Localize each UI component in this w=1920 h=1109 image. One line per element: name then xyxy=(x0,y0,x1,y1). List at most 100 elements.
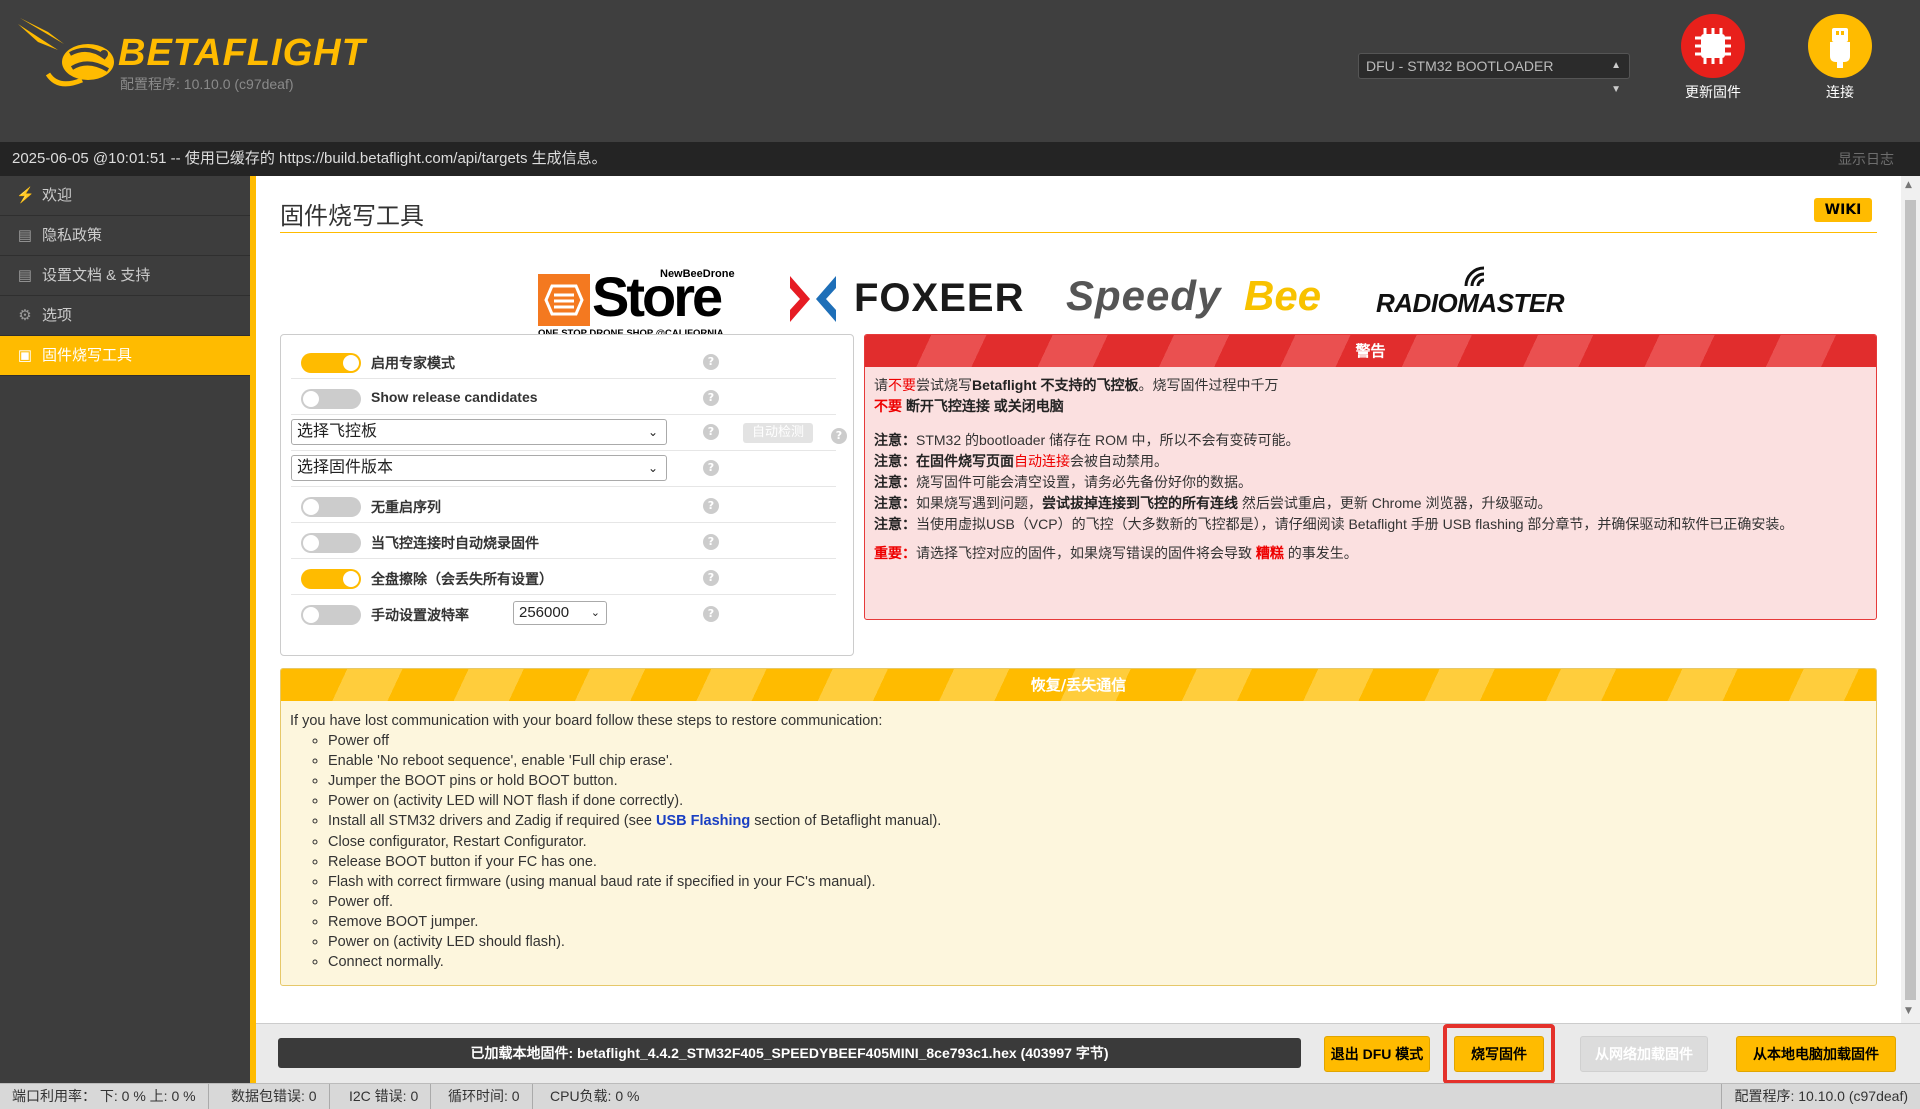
speedybee-name-2: Bee xyxy=(1244,272,1322,319)
no-reboot-toggle[interactable] xyxy=(301,497,361,517)
gear-icon: ⚙ xyxy=(18,307,32,324)
connect-button[interactable]: 连接 xyxy=(1800,14,1880,102)
expert-mode-toggle[interactable] xyxy=(301,353,361,373)
firmware-select-row: 选择固件版本 ⌄ ? xyxy=(291,451,836,487)
chip-icon xyxy=(1681,14,1745,78)
recovery-intro: If you have lost communication with your… xyxy=(290,713,883,729)
manual-baud-toggle[interactable] xyxy=(301,605,361,625)
sponsor-banner[interactable]: NewBeeDrone Store ONE STOP DRONE SHOP @C… xyxy=(536,256,1886,340)
update-firmware-label: 更新固件 xyxy=(1685,84,1741,100)
help-icon[interactable]: ? xyxy=(703,424,719,440)
main-scrollbar[interactable]: ▲ ▼ xyxy=(1901,176,1920,1023)
manual-baud-row: 手动设置波特率 256000 ⌄ ? xyxy=(291,595,836,631)
scroll-up-icon[interactable]: ▲ xyxy=(1905,180,1912,190)
warning-line-2: 不要 断开飞控连接 或关闭电脑 xyxy=(874,398,1064,414)
wiki-button[interactable]: WIKI xyxy=(1814,198,1872,222)
cycle-time-status: 循环时间: 0 xyxy=(436,1084,533,1109)
auto-flash-row: 当飞控连接时自动烧录固件 ? xyxy=(291,523,836,559)
help-icon[interactable]: ? xyxy=(703,570,719,586)
status-bar: 端口利用率： 下: 0 % 上: 0 % 数据包错误: 0 I2C 错误: 0 … xyxy=(0,1083,1920,1109)
log-bar: 2025-06-05 @10:01:51 -- 使用已缓存的 https://b… xyxy=(0,142,1920,176)
app-title: BETAFLIGHT xyxy=(118,32,366,74)
load-local-firmware-button[interactable]: 从本地电脑加载固件 xyxy=(1736,1036,1896,1072)
help-icon[interactable]: ? xyxy=(703,354,719,370)
recovery-steps: Power off Enable 'No reboot sequence', e… xyxy=(328,731,1867,972)
list-item: Flash with correct firmware (using manua… xyxy=(328,872,1867,892)
recovery-panel: 恢复/丢失通信 If you have lost communication w… xyxy=(280,668,1877,986)
plug-icon: ⚡ xyxy=(16,187,35,204)
release-candidates-toggle[interactable] xyxy=(301,389,361,409)
list-item: Install all STM32 drivers and Zadig if r… xyxy=(328,811,1867,831)
firmware-version-select[interactable]: 选择固件版本 ⌄ xyxy=(291,455,667,481)
i2c-errors-status: I2C 错误: 0 xyxy=(337,1084,432,1109)
note-4: 注意：如果烧写遇到问题，尝试拔掉连接到飞控的所有连线 然后尝试重启，更新 Chr… xyxy=(874,495,1552,511)
no-reboot-row: 无重启序列 ? xyxy=(291,487,836,523)
sidebar-item-privacy[interactable]: ▤ 隐私政策 xyxy=(0,216,250,256)
update-firmware-button[interactable]: 更新固件 xyxy=(1673,14,1753,102)
sidebar-item-docs[interactable]: ▤ 设置文档 & 支持 xyxy=(0,256,250,296)
main-content: 固件烧写工具 WIKI NewBeeDrone Store ONE STOP D… xyxy=(256,176,1901,1023)
sidebar-item-label: 选项 xyxy=(42,307,73,324)
store-name: Store xyxy=(592,265,723,328)
auto-flash-toggle[interactable] xyxy=(301,533,361,553)
document-icon: ▤ xyxy=(17,267,33,284)
full-erase-row: 全盘擦除（会丢失所有设置） ? xyxy=(291,559,836,595)
warning-line-1: 请不要尝试烧写Betaflight 不支持的飞控板。烧写固件过程中千万 xyxy=(874,377,1279,393)
sidebar-item-welcome[interactable]: ⚡ 欢迎 xyxy=(0,176,250,216)
auto-detect-button[interactable]: 自动检测 xyxy=(743,423,813,443)
exit-dfu-button[interactable]: 退出 DFU 模式 xyxy=(1324,1036,1430,1072)
chevron-down-icon: ⌄ xyxy=(647,425,658,439)
sidebar-item-firmware-flasher[interactable]: ▣ 固件烧写工具 xyxy=(0,336,250,376)
usb-icon xyxy=(1808,14,1872,78)
recovery-body: If you have lost communication with your… xyxy=(281,701,1876,982)
no-reboot-label: 无重启序列 xyxy=(371,499,441,515)
list-item: Remove BOOT jumper. xyxy=(328,912,1867,932)
chip-icon: ▣ xyxy=(17,347,33,364)
board-select[interactable]: 选择飞控板 ⌄ xyxy=(291,419,667,445)
sponsor-radiomaster[interactable]: RADIOMASTER xyxy=(1376,256,1596,340)
document-icon: ▤ xyxy=(17,227,33,244)
list-item: Power off. xyxy=(328,892,1867,912)
load-online-firmware-button[interactable]: 从网络加载固件 xyxy=(1580,1036,1708,1072)
configurator-version-status: 配置程序: 10.10.0 (c97deaf) xyxy=(1721,1084,1920,1109)
full-erase-toggle[interactable] xyxy=(301,569,361,589)
scroll-down-icon[interactable]: ▼ xyxy=(1905,1006,1912,1016)
cpu-load-status: CPU负载: 0 % xyxy=(550,1088,640,1104)
auto-flash-label: 当飞控连接时自动烧录固件 xyxy=(371,535,539,551)
radiomaster-name: RADIOMASTER xyxy=(1376,288,1565,318)
sidebar-item-label: 设置文档 & 支持 xyxy=(42,267,151,284)
note-1: 注意：STM32 的bootloader 储存在 ROM 中，所以不会有变砖可能… xyxy=(874,432,1300,448)
app-version: 配置程序: 10.10.0 (c97deaf) xyxy=(120,76,294,92)
sponsor-newbeedrone[interactable]: NewBeeDrone Store ONE STOP DRONE SHOP @C… xyxy=(536,256,746,340)
warning-body: 请不要尝试烧写Betaflight 不支持的飞控板。烧写固件过程中千万 不要 断… xyxy=(865,367,1876,572)
help-icon[interactable]: ? xyxy=(703,390,719,406)
warning-title: 警告 xyxy=(865,335,1876,367)
expert-mode-row: 启用专家模式 ? xyxy=(291,343,836,379)
usb-flashing-link[interactable]: USB Flashing xyxy=(656,813,750,829)
note-3: 注意：烧写固件可能会清空设置，请务必先备份好你的数据。 xyxy=(874,474,1252,490)
wifi-signal-icon xyxy=(1464,266,1485,287)
list-item: Power on (activity LED will NOT flash if… xyxy=(328,791,1867,811)
release-candidates-row: Show release candidates ? xyxy=(291,379,836,415)
sponsor-speedybee[interactable]: Speedy Bee xyxy=(1066,256,1346,340)
show-log-link[interactable]: 显示日志 xyxy=(1838,142,1894,176)
title-divider xyxy=(280,232,1877,233)
scrollbar-thumb[interactable] xyxy=(1905,200,1916,1000)
board-select-row: 选择飞控板 ⌄ ? 自动检测 ? xyxy=(291,415,847,451)
sidebar: ⚡ 欢迎 ▤ 隐私政策 ▤ 设置文档 & 支持 ⚙ 选项 ▣ 固件烧写工具 xyxy=(0,176,250,1083)
help-icon[interactable]: ? xyxy=(703,460,719,476)
help-icon[interactable]: ? xyxy=(703,606,719,622)
list-item: Close configurator, Restart Configurator… xyxy=(328,832,1867,852)
packet-errors-status: 数据包错误: 0 xyxy=(219,1084,330,1109)
firmware-select-value: 选择固件版本 xyxy=(297,459,394,476)
help-icon[interactable]: ? xyxy=(703,498,719,514)
flash-firmware-button[interactable]: 烧写固件 xyxy=(1454,1036,1544,1072)
port-select[interactable]: DFU - STM32 BOOTLOADER ▲ ▼ xyxy=(1358,53,1630,95)
sponsor-foxeer[interactable]: FOXEER xyxy=(786,256,1036,340)
help-icon[interactable]: ? xyxy=(831,428,847,444)
baud-rate-select[interactable]: 256000 ⌄ xyxy=(513,601,607,625)
sidebar-item-options[interactable]: ⚙ 选项 xyxy=(0,296,250,336)
sidebar-item-label: 隐私政策 xyxy=(42,227,103,244)
port-usage-status: 端口利用率： 下: 0 % 上: 0 % xyxy=(0,1084,209,1109)
help-icon[interactable]: ? xyxy=(703,534,719,550)
